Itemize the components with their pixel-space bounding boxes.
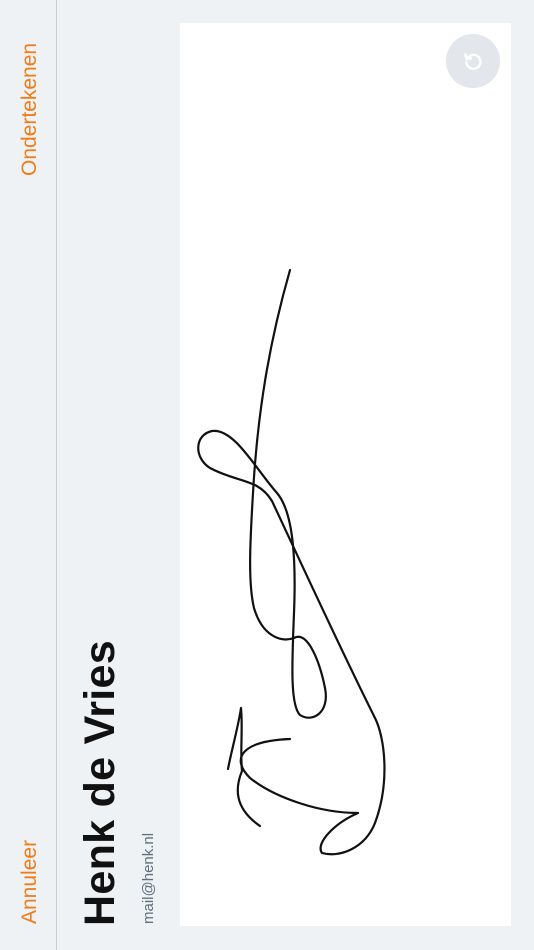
signature-stroke [197,268,386,856]
cancel-button[interactable]: Annuleer [18,840,42,924]
signature-pad[interactable] [180,23,511,926]
signer-name: Henk de Vries [76,640,124,926]
action-bar: Annuleer Ondertekenen [0,0,57,950]
reset-button[interactable] [446,34,500,88]
signer-email: mail@henk.nl [140,832,157,924]
reset-icon [464,53,482,70]
sign-button[interactable]: Ondertekenen [18,43,42,176]
signature-screen: Annuleer Ondertekenen Henk de Vries mail… [0,0,534,950]
